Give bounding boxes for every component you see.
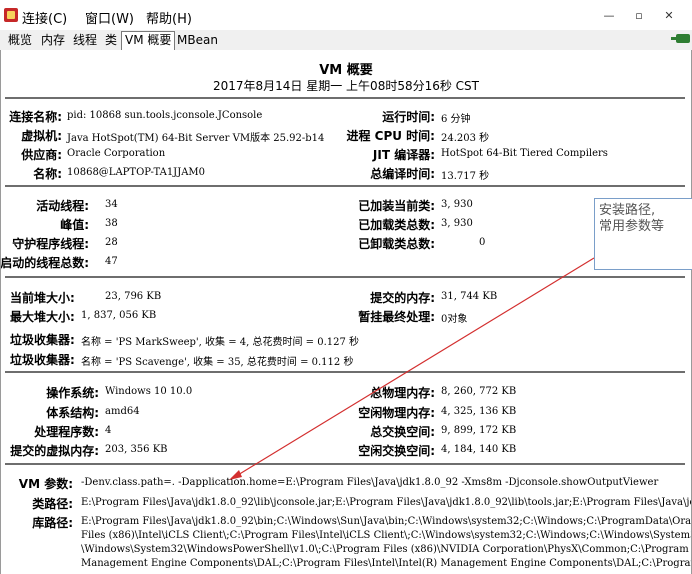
library-path-line: E:\Program Files\Java\jdk1.8.0_92\bin;C:… xyxy=(81,516,692,527)
tab-overview[interactable]: 概览 xyxy=(5,32,35,48)
current-heap-label: 当前堆大小: xyxy=(10,291,75,305)
name-value: 10868@LAPTOP-TA1JJAM0 xyxy=(67,167,206,178)
annotation-line: 安装路径, xyxy=(599,203,656,218)
annotation-callout: 安装路径, 常用参数等 xyxy=(594,198,692,270)
jit-compiler-value: HotSpot 64-Bit Tiered Compilers xyxy=(441,148,608,159)
annotation-text: 安装路径, 常用参数等 xyxy=(599,203,664,235)
os-value: Windows 10 10.0 xyxy=(105,386,193,397)
total-physical-memory-value: 8, 260, 772 KB xyxy=(441,386,517,397)
vm-arguments-label: VM 参数: xyxy=(18,477,73,491)
live-threads-label: 活动线程: xyxy=(36,199,89,213)
process-cpu-value: 24.203 秒 xyxy=(441,133,490,144)
tab-bar: 概览 内存 线程 类 VM 概要 MBean xyxy=(0,30,692,50)
committed-virtual-memory-label: 提交的虚拟内存: xyxy=(10,444,99,458)
tab-vm-summary[interactable]: VM 概要 xyxy=(121,31,176,50)
total-physical-memory-label: 总物理内存: xyxy=(370,386,435,400)
uptime-value: 6 分钟 xyxy=(441,114,471,125)
processors-value: 4 xyxy=(105,425,112,436)
vm-label: 虚拟机: xyxy=(21,129,62,143)
live-threads-value: 34 xyxy=(105,199,118,210)
vm-summary-panel[interactable]: VM 概要 2017年8月14日 星期一 上午08时58分16秒 CST 连接名… xyxy=(0,50,692,574)
free-physical-memory-value: 4, 325, 136 KB xyxy=(441,406,517,417)
summary-title: VM 概要 xyxy=(319,63,373,78)
maximize-icon[interactable]: ▫ xyxy=(624,9,654,23)
gc-scavenge-value: 名称 = 'PS Scavenge', 收集 = 35, 总花费时间 = 0.1… xyxy=(81,357,354,368)
library-path-label: 库路径: xyxy=(32,516,73,530)
daemon-threads-label: 守护程序线程: xyxy=(12,237,89,251)
compile-time-value: 13.717 秒 xyxy=(441,171,490,182)
unloaded-classes-label: 已卸载类总数: xyxy=(358,237,435,251)
peak-threads-value: 38 xyxy=(105,218,118,229)
vm-arguments-value: -Denv.class.path=. -Dapplication.home=E:… xyxy=(81,477,659,488)
tab-mbeans[interactable]: MBean xyxy=(174,32,221,48)
section-divider xyxy=(5,185,685,187)
total-threads-label: 启动的线程总数: xyxy=(0,256,89,270)
library-path-line: Files (x86)\Intel\iCLS Client\;C:\Progra… xyxy=(81,530,692,541)
max-heap-label: 最大堆大小: xyxy=(10,310,75,324)
loaded-classes-label: 已加装当前类: xyxy=(358,199,435,213)
total-swap-value: 9, 899, 172 KB xyxy=(441,425,517,436)
compile-time-label: 总编译时间: xyxy=(370,167,435,181)
architecture-value: amd64 xyxy=(105,406,140,417)
section-divider xyxy=(5,97,685,99)
processors-label: 处理程序数: xyxy=(34,425,99,439)
vm-value: Java HotSpot(TM) 64-Bit Server VM版本 25.9… xyxy=(67,133,325,144)
tab-classes[interactable]: 类 xyxy=(102,32,120,48)
uptime-label: 运行时间: xyxy=(382,110,435,124)
total-threads-value: 47 xyxy=(105,256,118,267)
current-heap-value: 23, 796 KB xyxy=(105,291,162,302)
annotation-line: 常用参数等 xyxy=(599,219,665,234)
class-path-value: E:\Program Files\Java\jdk1.8.0_92\lib\jc… xyxy=(81,497,691,508)
architecture-label: 体系结构: xyxy=(46,406,99,420)
library-path-line: Management Engine Components\DAL;C:\Prog… xyxy=(81,558,692,569)
os-label: 操作系统: xyxy=(46,386,99,400)
process-cpu-label: 进程 CPU 时间: xyxy=(346,129,435,143)
summary-timestamp: 2017年8月14日 星期一 上午08时58分16秒 CST xyxy=(212,79,480,93)
committed-memory-value: 31, 744 KB xyxy=(441,291,498,302)
connection-name-value: pid: 10868 sun.tools.jconsole.JConsole xyxy=(67,110,263,121)
peak-threads-label: 峰值: xyxy=(60,218,89,232)
section-divider xyxy=(5,463,685,465)
vendor-label: 供应商: xyxy=(21,148,62,162)
library-path-line: \Windows\System32\WindowsPowerShell\v1.0… xyxy=(81,544,691,555)
committed-memory-label: 提交的内存: xyxy=(370,291,435,305)
close-icon[interactable]: ✕ xyxy=(654,9,684,23)
jit-compiler-label: JIT 编译器: xyxy=(372,148,435,162)
tab-memory[interactable]: 内存 xyxy=(38,32,68,48)
pending-finalization-label: 暂挂最终处理: xyxy=(358,310,435,324)
class-path-label: 类路径: xyxy=(32,497,73,511)
vendor-value: Oracle Corporation xyxy=(67,148,166,159)
gc-marksweep-label: 垃圾收集器: xyxy=(10,333,75,347)
menu-help[interactable]: 帮助(H) xyxy=(146,8,192,27)
section-divider xyxy=(5,371,685,373)
max-heap-value: 1, 837, 056 KB xyxy=(81,310,157,321)
section-divider xyxy=(5,276,685,278)
unloaded-classes-value: 0 xyxy=(479,237,486,248)
total-swap-label: 总交换空间: xyxy=(370,425,435,439)
gc-marksweep-value: 名称 = 'PS MarkSweep', 收集 = 4, 总花费时间 = 0.1… xyxy=(81,337,360,348)
menu-connection[interactable]: 连接(C) xyxy=(22,8,67,27)
tab-threads[interactable]: 线程 xyxy=(70,32,100,48)
total-classes-value: 3, 930 xyxy=(441,218,473,229)
free-swap-value: 4, 184, 140 KB xyxy=(441,444,517,455)
total-classes-label: 已加载类总数: xyxy=(358,218,435,232)
minimize-icon[interactable]: — xyxy=(594,9,624,23)
loaded-classes-value: 3, 930 xyxy=(441,199,473,210)
menu-window[interactable]: 窗口(W) xyxy=(85,8,134,27)
connection-plug-icon[interactable] xyxy=(671,34,690,43)
gc-scavenge-label: 垃圾收集器: xyxy=(10,353,75,367)
free-physical-memory-label: 空闲物理内存: xyxy=(358,406,435,420)
daemon-threads-value: 28 xyxy=(105,237,118,248)
menu-bar: 连接(C) 窗口(W) 帮助(H) — ▫ ✕ xyxy=(0,0,692,30)
jconsole-app-icon xyxy=(4,8,18,22)
pending-finalization-value: 0对象 xyxy=(441,314,468,325)
name-label: 名称: xyxy=(33,167,62,181)
connection-name-label: 连接名称: xyxy=(9,110,62,124)
committed-virtual-memory-value: 203, 356 KB xyxy=(105,444,168,455)
free-swap-label: 空闲交换空间: xyxy=(358,444,435,458)
